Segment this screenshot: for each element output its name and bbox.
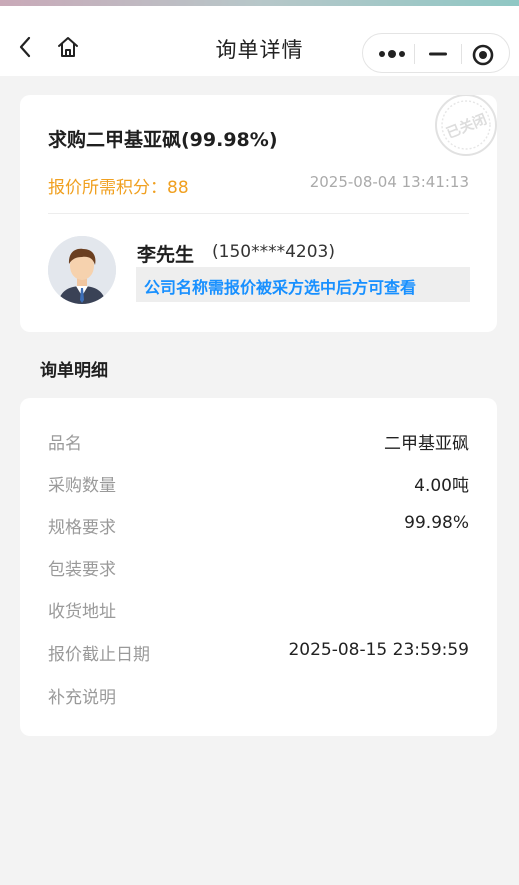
detail-row-packaging: 包装要求: [48, 555, 469, 580]
mini-program-capsule: [362, 33, 510, 73]
target-close-icon: [472, 44, 494, 66]
more-dots-icon: [379, 50, 405, 58]
details-section-title: 询单明细: [40, 361, 108, 381]
detail-row-deadline: 报价截止日期 2025-08-15 23:59:59: [48, 640, 469, 665]
inquiry-summary-card: 求购二甲基亚砜(99.98%) 报价所需积分：88 2025-08-04 13:…: [20, 95, 497, 332]
detail-label: 品名: [48, 434, 82, 454]
detail-row-product-name: 品名 二甲基亚砜: [48, 429, 469, 454]
close-button[interactable]: [471, 43, 495, 67]
avatar-male-icon: [48, 236, 116, 304]
detail-row-quantity: 采购数量 4.00吨: [48, 471, 469, 496]
closed-stamp-text: 已关闭: [444, 111, 489, 142]
quote-points: 报价所需积分：88: [48, 173, 189, 198]
inquiry-details-card: 品名 二甲基亚砜 采购数量 4.00吨 规格要求 99.98% 包装要求 收货地…: [20, 398, 497, 736]
quote-points-label: 报价所需积分：: [48, 178, 167, 198]
detail-label: 补充说明: [48, 688, 116, 708]
detail-label: 规格要求: [48, 518, 116, 538]
capsule-divider: [414, 44, 415, 64]
detail-label: 收货地址: [48, 602, 116, 622]
inquiry-timestamp: 2025-08-04 13:41:13: [309, 173, 469, 191]
detail-label: 采购数量: [48, 476, 116, 496]
detail-label: 包装要求: [48, 560, 116, 580]
contact-name: 李先生: [137, 244, 195, 266]
detail-row-address: 收货地址: [48, 597, 469, 622]
minimize-icon: [429, 52, 447, 56]
detail-value: 2025-08-15 23:59:59: [288, 640, 469, 660]
minimize-button[interactable]: [427, 45, 449, 63]
capsule-divider: [461, 44, 462, 64]
quote-points-value: 88: [167, 178, 189, 198]
detail-label: 报价截止日期: [48, 645, 150, 665]
inquiry-title: 求购二甲基亚砜(99.98%): [48, 129, 278, 151]
detail-row-notes: 补充说明: [48, 683, 469, 708]
summary-divider: [48, 213, 469, 214]
detail-value: 二甲基亚砜: [384, 434, 469, 454]
navigation-bar: 询单详情: [0, 6, 519, 76]
detail-row-specification: 规格要求 99.98%: [48, 513, 469, 538]
contact-avatar: [48, 236, 116, 304]
more-button[interactable]: [377, 46, 407, 60]
contact-phone[interactable]: (150****4203): [212, 242, 335, 262]
closed-stamp: 已关闭: [435, 95, 497, 156]
detail-value: 99.98%: [404, 513, 469, 533]
detail-value: 4.00吨: [414, 476, 469, 496]
company-hidden-hint: 公司名称需报价被采方选中后方可查看: [136, 267, 470, 302]
